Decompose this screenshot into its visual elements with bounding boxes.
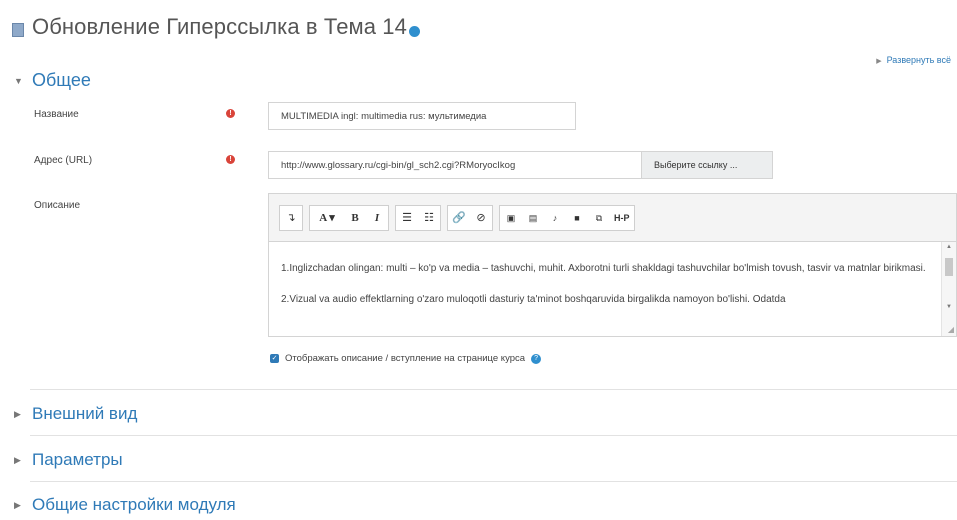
section-divider — [30, 389, 957, 390]
expand-all-link[interactable]: ▶ Развернуть всё — [876, 55, 951, 65]
caret-down-icon: ▼ — [14, 75, 23, 86]
description-label: Описание — [34, 200, 81, 211]
caret-right-icon: ▶ — [14, 408, 21, 419]
expand-all-label: Развернуть всё — [886, 55, 951, 65]
required-icon: ! — [226, 155, 235, 164]
editor-toolbar: ↴ A ▾ B I ☰ ☷ 🔗 ⊘ ▣ ▤ ♪ ■ ⧉ H-P — [269, 194, 956, 242]
show-description-label: Отображать описание / вступление на стра… — [285, 353, 526, 364]
scroll-down-icon[interactable]: ▼ — [946, 304, 952, 310]
caret-right-icon: ▶ — [14, 454, 21, 465]
choose-link-button[interactable]: Выберите ссылку ... — [641, 151, 773, 179]
font-a-label: A — [319, 211, 327, 224]
name-label: Название — [34, 109, 79, 120]
description-paragraph-1: 1.Inglizchadan olingan: multi – ko'p va … — [281, 263, 926, 274]
media-file-icon[interactable]: ▤ — [522, 206, 544, 230]
url-input[interactable]: http://www.glossary.ru/cgi-bin/gl_sch2.c… — [268, 151, 642, 179]
toolbar-group-format: A ▾ B I — [309, 204, 389, 231]
editor-content[interactable]: 1.Inglizchadan olingan: multi – ko'p va … — [269, 242, 956, 354]
toolbar-group-media: ▣ ▤ ♪ ■ ⧉ H-P — [499, 204, 635, 231]
italic-button[interactable]: I — [366, 206, 388, 230]
section-divider — [30, 435, 957, 436]
section-common-settings-header[interactable]: ▶ Общие настройки модуля — [14, 495, 236, 515]
page-title: Обновление Гиперссылка в Тема 14 — [32, 14, 407, 39]
bold-button[interactable]: B — [344, 206, 366, 230]
video-icon[interactable]: ■ — [566, 206, 588, 230]
section-general-header[interactable]: ▼ Общее — [14, 70, 91, 91]
section-divider — [30, 481, 957, 482]
unordered-list-icon[interactable]: ☰ — [396, 206, 418, 230]
paragraph-style-button[interactable]: A ▾ — [310, 206, 344, 230]
page-header: Обновление Гиперссылка в Тема 14 — [12, 14, 420, 40]
section-appearance-title: Внешний вид — [32, 404, 138, 423]
caret-right-icon: ▶ — [14, 499, 21, 510]
show-description-row[interactable]: ✓ Отображать описание / вступление на ст… — [270, 353, 542, 364]
ordered-list-icon[interactable]: ☷ — [418, 206, 440, 230]
url-label: Адрес (URL) — [34, 155, 93, 166]
description-editor: ↴ A ▾ B I ☰ ☷ 🔗 ⊘ ▣ ▤ ♪ ■ ⧉ H-P 1.Ingliz… — [268, 193, 957, 337]
toolbar-group-lists: ☰ ☷ — [395, 204, 441, 231]
section-common-settings-title: Общие настройки модуля — [32, 495, 236, 514]
toolbar-group-links: 🔗 ⊘ — [447, 204, 493, 231]
image-icon[interactable]: ▣ — [500, 206, 522, 230]
h5p-button[interactable]: H-P — [610, 206, 634, 230]
section-appearance-header[interactable]: ▶ Внешний вид — [14, 404, 137, 424]
copy-icon[interactable]: ⧉ — [588, 206, 610, 230]
description-paragraph-2: 2.Vizual va audio effektlarning o'zaro m… — [281, 294, 786, 305]
required-icon: ! — [226, 109, 235, 118]
toolbar-group-toggle: ↴ — [279, 204, 303, 231]
show-description-checkbox[interactable]: ✓ — [270, 354, 279, 363]
help-icon[interactable] — [408, 25, 420, 37]
unlink-icon[interactable]: ⊘ — [470, 206, 492, 230]
name-input[interactable]: MULTIMEDIA ingl: multimedia rus: мультим… — [268, 102, 576, 130]
link-icon[interactable]: 🔗 — [448, 206, 470, 230]
scroll-up-icon[interactable]: ▲ — [946, 244, 952, 250]
scrollbar-thumb[interactable] — [945, 258, 953, 276]
editor-scrollbar[interactable]: ▲ ▼ — [941, 242, 956, 336]
section-parameters-title: Параметры — [32, 450, 123, 469]
url-resource-icon — [12, 23, 24, 37]
triangle-right-icon: ▶ — [876, 58, 882, 65]
microphone-icon[interactable]: ♪ — [544, 206, 566, 230]
help-icon[interactable]: ? — [531, 353, 542, 364]
section-parameters-header[interactable]: ▶ Параметры — [14, 450, 123, 470]
toolbar-toggle-icon[interactable]: ↴ — [280, 206, 302, 230]
resize-handle-icon[interactable]: ◢ — [948, 325, 954, 334]
section-general-title: Общее — [32, 70, 91, 90]
